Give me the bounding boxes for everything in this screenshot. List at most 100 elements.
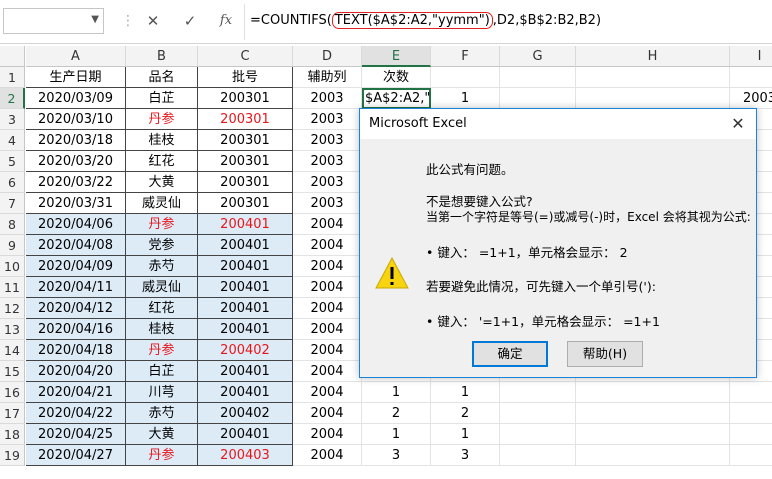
cell-i[interactable] <box>730 382 772 403</box>
enter-icon[interactable]: ✓ <box>175 8 205 34</box>
row-header[interactable]: 9 <box>0 235 25 256</box>
helper-cell[interactable]: 2004 <box>293 235 362 256</box>
cell[interactable] <box>500 382 576 403</box>
cell-f[interactable]: 3 <box>431 445 500 466</box>
column-header-d[interactable]: D <box>293 46 362 67</box>
row-header[interactable]: 18 <box>0 424 25 445</box>
product-cell[interactable]: 党参 <box>126 235 198 256</box>
table-header-c[interactable]: 批号 <box>198 67 293 88</box>
column-header-i[interactable]: I <box>730 46 772 67</box>
cell[interactable] <box>431 67 500 88</box>
table-header-e[interactable]: 次数 <box>362 67 431 88</box>
helper-cell[interactable]: 2004 <box>293 298 362 319</box>
helper-cell[interactable]: 2004 <box>293 382 362 403</box>
date-cell[interactable]: 2020/04/27 <box>26 445 126 466</box>
product-cell[interactable]: 大黄 <box>126 172 198 193</box>
date-cell[interactable]: 2020/04/09 <box>26 256 126 277</box>
helper-cell[interactable]: 2004 <box>293 361 362 382</box>
helper-cell[interactable]: 2004 <box>293 214 362 235</box>
cell-i[interactable] <box>730 445 772 466</box>
date-cell[interactable]: 2020/04/18 <box>26 340 126 361</box>
cell-i[interactable] <box>730 424 772 445</box>
helper-cell[interactable]: 2004 <box>293 256 362 277</box>
row-header[interactable]: 4 <box>0 130 25 151</box>
helper-cell[interactable]: 2003 <box>293 172 362 193</box>
helper-cell[interactable]: 2004 <box>293 340 362 361</box>
cell[interactable] <box>576 88 730 109</box>
help-button[interactable]: 帮助(H) <box>567 341 643 367</box>
column-header-h[interactable]: H <box>576 46 730 67</box>
product-cell[interactable]: 白芷 <box>126 361 198 382</box>
table-header-b[interactable]: 品名 <box>126 67 198 88</box>
cell-f[interactable]: 1 <box>431 382 500 403</box>
row-header[interactable]: 10 <box>0 256 25 277</box>
date-cell[interactable]: 2020/04/21 <box>26 382 126 403</box>
cell-f[interactable]: 1 <box>431 88 500 109</box>
name-box[interactable]: ▼ <box>3 8 104 34</box>
date-cell[interactable]: 2020/04/25 <box>26 424 126 445</box>
cell[interactable] <box>576 445 730 466</box>
row-header[interactable]: 17 <box>0 403 25 424</box>
batch-cell[interactable]: 200301 <box>198 172 293 193</box>
product-cell[interactable]: 川芎 <box>126 382 198 403</box>
product-cell[interactable]: 赤芍 <box>126 256 198 277</box>
table-header-d[interactable]: 辅助列 <box>293 67 362 88</box>
product-cell[interactable]: 威灵仙 <box>126 277 198 298</box>
table-header-a[interactable]: 生产日期 <box>26 67 126 88</box>
row-header[interactable]: 3 <box>0 109 25 130</box>
insert-function-icon[interactable]: fx <box>211 8 241 34</box>
formula-input[interactable]: =COUNTIFS(TEXT($A$2:A2,"yymm") ,D2,$B$2:B… <box>250 9 601 33</box>
batch-cell[interactable]: 200401 <box>198 214 293 235</box>
product-cell[interactable]: 丹参 <box>126 109 198 130</box>
count-cell[interactable]: 1 <box>362 424 431 445</box>
cell[interactable] <box>576 403 730 424</box>
cancel-icon[interactable]: ✕ <box>138 8 168 34</box>
product-cell[interactable]: 白芷 <box>126 88 198 109</box>
cell[interactable] <box>576 382 730 403</box>
date-cell[interactable]: 2020/04/16 <box>26 319 126 340</box>
row-header[interactable]: 8 <box>0 214 25 235</box>
chevron-down-icon[interactable]: ▼ <box>91 14 99 25</box>
row-header[interactable]: 11 <box>0 277 25 298</box>
cell-f[interactable]: 2 <box>431 403 500 424</box>
batch-cell[interactable]: 200401 <box>198 235 293 256</box>
date-cell[interactable]: 2020/04/20 <box>26 361 126 382</box>
product-cell[interactable]: 威灵仙 <box>126 193 198 214</box>
helper-cell[interactable]: 2004 <box>293 424 362 445</box>
product-cell[interactable]: 桂枝 <box>126 130 198 151</box>
batch-cell[interactable]: 200301 <box>198 88 293 109</box>
product-cell[interactable]: 赤芍 <box>126 403 198 424</box>
row-header[interactable]: 1 <box>0 67 25 88</box>
batch-cell[interactable]: 200401 <box>198 319 293 340</box>
column-header-f[interactable]: F <box>431 46 500 67</box>
date-cell[interactable]: 2020/03/18 <box>26 130 126 151</box>
count-cell[interactable]: 1 <box>362 382 431 403</box>
batch-cell[interactable]: 200403 <box>198 445 293 466</box>
product-cell[interactable]: 红花 <box>126 298 198 319</box>
product-cell[interactable]: 丹参 <box>126 445 198 466</box>
cell[interactable] <box>500 67 576 88</box>
cell-f[interactable]: 1 <box>431 424 500 445</box>
helper-cell[interactable]: 2004 <box>293 319 362 340</box>
helper-cell[interactable]: 2004 <box>293 277 362 298</box>
helper-cell[interactable]: 2003 <box>293 109 362 130</box>
helper-cell[interactable]: 2003 <box>293 130 362 151</box>
row-header[interactable]: 5 <box>0 151 25 172</box>
batch-cell[interactable]: 200301 <box>198 193 293 214</box>
select-all-corner[interactable] <box>0 46 25 67</box>
product-cell[interactable]: 红花 <box>126 151 198 172</box>
batch-cell[interactable]: 200401 <box>198 361 293 382</box>
row-header[interactable]: 16 <box>0 382 25 403</box>
batch-cell[interactable]: 200301 <box>198 130 293 151</box>
product-cell[interactable]: 大黄 <box>126 424 198 445</box>
batch-cell[interactable]: 200401 <box>198 256 293 277</box>
count-cell[interactable]: 3 <box>362 445 431 466</box>
date-cell[interactable]: 2020/04/12 <box>26 298 126 319</box>
row-header[interactable]: 14 <box>0 340 25 361</box>
cell[interactable] <box>500 403 576 424</box>
ok-button[interactable]: 确定 <box>472 341 548 367</box>
batch-cell[interactable]: 200301 <box>198 109 293 130</box>
date-cell[interactable]: 2020/03/20 <box>26 151 126 172</box>
batch-cell[interactable]: 200301 <box>198 151 293 172</box>
cell-i[interactable] <box>730 403 772 424</box>
